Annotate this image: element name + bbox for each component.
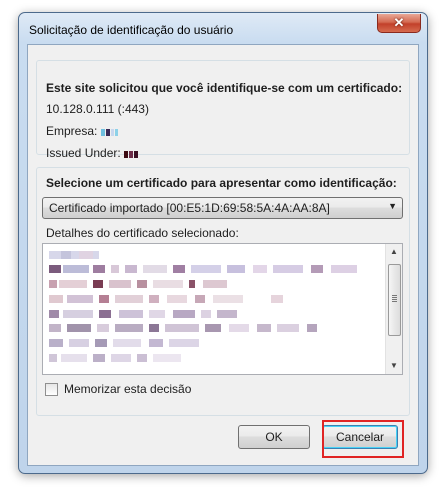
cancel-button-label: Cancelar [335,430,385,444]
remember-decision-row[interactable]: Memorizar esta decisão [45,382,191,396]
dialog-window: Solicitação de identificação do usuário … [18,12,428,474]
certificate-heading: Selecione um certificado para apresentar… [46,176,397,190]
remember-decision-label: Memorizar esta decisão [64,382,192,396]
dialog-body: Este site solicitou que você identifique… [27,44,419,466]
certificate-select[interactable]: Certificado importado [00:E5:1D:69:58:5A… [42,197,403,219]
details-scrollbar[interactable]: ▲ ▼ [385,244,402,374]
grip-icon [392,295,397,296]
certificate-group: Selecione um certificado para apresentar… [36,167,410,416]
site-address: 10.128.0.111 (:443) [46,102,149,116]
certificate-details-box[interactable]: ▲ ▼ [42,243,403,375]
close-button[interactable]: ✕ [377,14,421,33]
site-request-group: Este site solicitou que você identifique… [36,60,410,160]
company-value-redacted [100,125,119,139]
ok-button[interactable]: OK [238,425,310,449]
issued-label: Issued Under: [46,146,121,160]
certificate-select-value: Certificado importado [00:E5:1D:69:58:5A… [49,201,330,215]
remember-decision-checkbox[interactable] [45,382,58,396]
title-bar[interactable]: Solicitação de identificação do usuário … [19,13,427,41]
scroll-thumb[interactable] [388,264,401,336]
ok-button-label: OK [265,430,283,444]
issued-value-redacted [124,147,139,161]
issued-row: Issued Under: [46,146,139,161]
scroll-up-icon[interactable]: ▲ [386,244,402,260]
details-label: Detalhes do certificado selecionado: [46,226,239,240]
scroll-down-icon[interactable]: ▼ [386,358,402,374]
chevron-down-icon: ▼ [388,201,397,211]
company-row: Empresa: [46,124,119,139]
company-label: Empresa: [46,124,98,138]
close-icon: ✕ [393,15,405,30]
window-title: Solicitação de identificação do usuário [29,23,234,37]
cancel-button[interactable]: Cancelar [322,425,398,449]
site-request-heading: Este site solicitou que você identifique… [46,81,403,95]
